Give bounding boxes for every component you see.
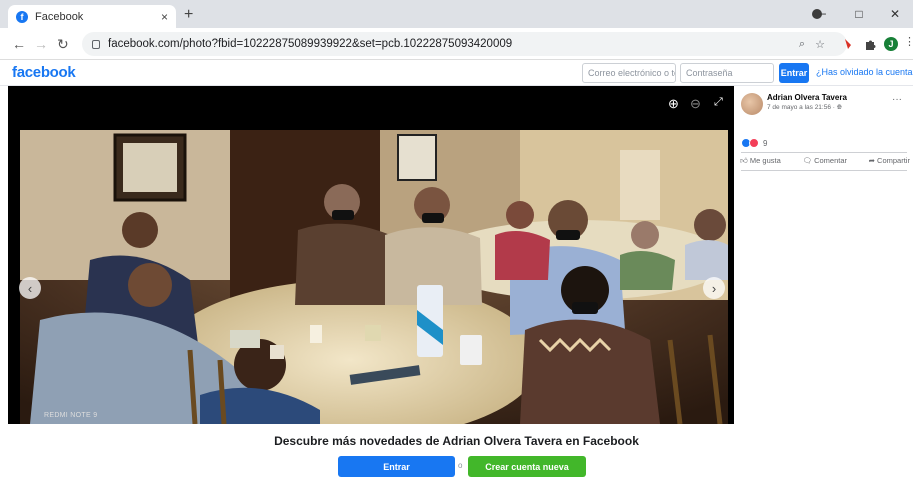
thumbs-up-icon: 👍︎	[740, 156, 750, 165]
maximize-button[interactable]: □	[841, 7, 877, 21]
extensions-puzzle-icon[interactable]	[863, 37, 877, 51]
share-button[interactable]: ➦ Compartir	[869, 156, 910, 166]
footer-login-button[interactable]: Entrar	[338, 456, 455, 477]
bookmark-star-icon[interactable]: ☆	[815, 38, 825, 51]
divider-top	[741, 152, 907, 153]
comment-icon: 🗨︎	[802, 156, 815, 165]
reaction-count: 9	[763, 138, 768, 148]
new-tab-button[interactable]: +	[184, 6, 193, 24]
post-actions: 👍︎ Me gusta 🗨︎ Comentar ➦ Compartir	[740, 156, 910, 166]
forgot-account-link[interactable]: ¿Has olvidado la cuenta?	[816, 67, 913, 77]
more-options-icon[interactable]: ···	[892, 94, 902, 105]
comment-button[interactable]: 🗨︎ Comentar	[802, 156, 847, 166]
email-field[interactable]: Correo electrónico o telé	[582, 63, 676, 83]
close-window-button[interactable]: ✕	[877, 7, 913, 21]
like-label: Me gusta	[749, 156, 781, 165]
facebook-logo[interactable]: facebook	[12, 64, 76, 81]
post-side-panel: Adrian Olvera Tavera 7 de mayo a las 21:…	[734, 86, 913, 424]
comment-label: Comentar	[814, 156, 847, 165]
post-date-line: 7 de mayo a las 21:56 · 🌐︎	[767, 104, 842, 112]
forward-arrow-icon[interactable]: →	[34, 36, 48, 52]
window-controls: − □ ✕	[805, 0, 913, 28]
address-bar[interactable]: facebook.com/photo?fbid=1022287508993992…	[82, 32, 847, 56]
signup-prompt-title: Descubre más novedades de Adrian Olvera …	[274, 434, 639, 448]
post-date[interactable]: 7 de mayo a las 21:56 ·	[767, 104, 837, 111]
tab-title: Facebook	[35, 10, 84, 23]
profile-avatar[interactable]: J	[884, 37, 898, 51]
photo-viewer: ⊕ ⊖ ⤢ ‹ › REDMI NOTE 9	[8, 86, 734, 424]
share-label: Compartir	[877, 156, 910, 165]
facebook-header: facebook Correo electrónico o telé Contr…	[0, 60, 913, 86]
create-account-button[interactable]: Crear cuenta nueva	[468, 456, 586, 477]
browser-tab-strip: f Facebook × + − □ ✕	[0, 0, 913, 28]
next-photo-button[interactable]: ›	[703, 277, 725, 299]
facebook-favicon-icon: f	[16, 10, 28, 23]
group-photo	[20, 130, 728, 424]
zoom-out-icon[interactable]: ⊖	[690, 96, 701, 112]
extension-icon[interactable]	[842, 37, 856, 51]
tab-close-icon[interactable]: ×	[161, 10, 168, 24]
search-icon[interactable]: ⌕	[799, 38, 805, 51]
zoom-in-icon[interactable]: ⊕	[668, 96, 679, 112]
reload-icon[interactable]: ↻	[57, 36, 69, 53]
like-button[interactable]: 👍︎ Me gusta	[740, 156, 781, 166]
back-arrow-icon[interactable]: ←	[12, 36, 26, 52]
url-text: facebook.com/photo?fbid=1022287508993992…	[108, 38, 513, 50]
browser-tab[interactable]: f Facebook ×	[8, 5, 176, 28]
author-avatar[interactable]	[741, 93, 763, 115]
photo-watermark: REDMI NOTE 9	[44, 412, 98, 419]
lock-icon	[92, 39, 100, 49]
author-name[interactable]: Adrian Olvera Tavera	[767, 93, 847, 102]
love-reaction-icon	[749, 138, 759, 148]
browser-toolbar: ← → ↻ facebook.com/photo?fbid=1022287508…	[0, 28, 913, 60]
globe-icon: 🌐︎	[836, 104, 842, 111]
login-button[interactable]: Entrar	[779, 63, 809, 83]
password-field[interactable]: Contraseña	[680, 63, 774, 83]
reactions-summary[interactable]: 9	[741, 138, 767, 148]
chevron-right-icon: ›	[711, 280, 717, 296]
chevron-left-icon: ‹	[27, 280, 33, 296]
previous-photo-button[interactable]: ‹	[19, 277, 41, 299]
divider-bottom	[741, 170, 907, 171]
menu-kebab-icon[interactable]: ⋮	[904, 35, 913, 48]
share-icon: ➦	[868, 156, 878, 165]
or-separator: o	[458, 461, 463, 470]
fullscreen-icon[interactable]: ⤢	[714, 96, 723, 109]
minimize-button[interactable]: −	[805, 7, 841, 21]
